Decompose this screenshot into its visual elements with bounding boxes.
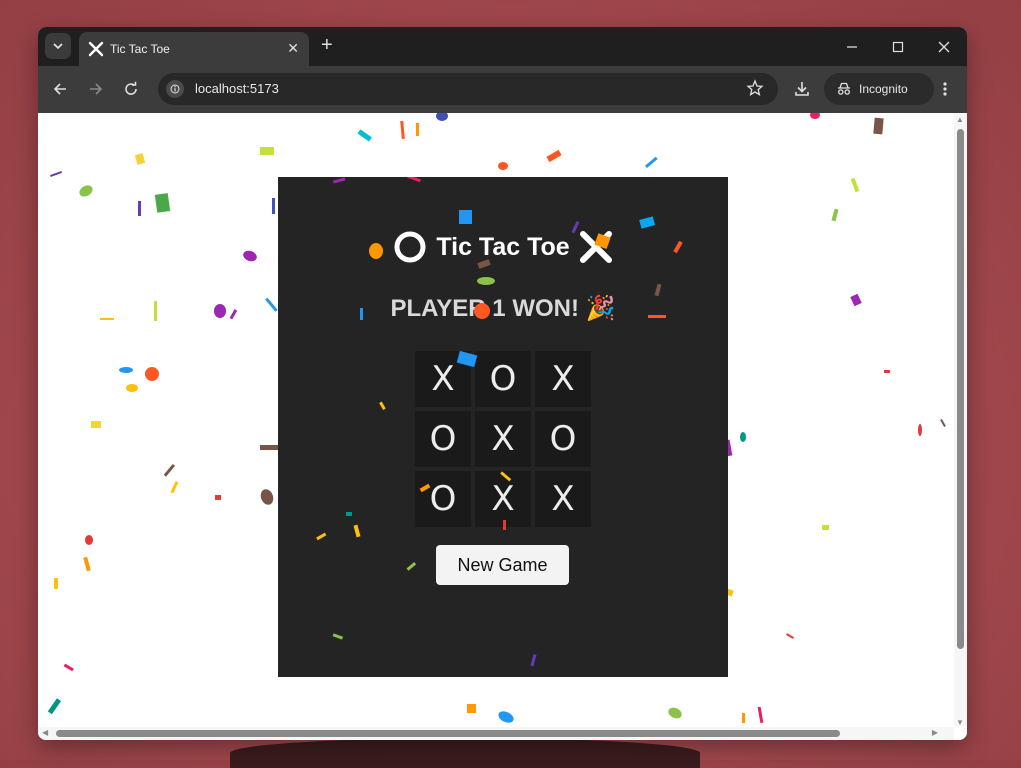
kebab-menu-icon — [943, 82, 947, 96]
board-cell-0-1[interactable]: O — [475, 351, 531, 407]
new-game-button[interactable]: New Game — [436, 545, 569, 585]
url-text: localhost:5173 — [195, 81, 279, 96]
maximize-icon — [892, 41, 904, 52]
back-button[interactable] — [47, 76, 73, 102]
board-cell-1-2[interactable]: O — [535, 411, 591, 467]
incognito-label: Incognito — [859, 82, 908, 96]
browser-window: Tic Tac Toe ✕ + localhost:5173 Incognito… — [38, 27, 967, 740]
close-window-button[interactable] — [921, 27, 967, 66]
o-logo-icon — [394, 231, 426, 263]
minimize-icon — [847, 45, 857, 48]
horizontal-scrollbar[interactable]: ◀ ▶ — [38, 727, 954, 740]
tab-search-button[interactable] — [45, 33, 71, 59]
chevron-down-icon — [53, 43, 63, 50]
game-title: Tic Tac Toe — [278, 227, 728, 267]
reload-button[interactable] — [118, 76, 144, 102]
tab-strip: Tic Tac Toe ✕ + — [38, 27, 967, 66]
board-cell-0-2[interactable]: X — [535, 351, 591, 407]
arrow-left-icon — [53, 83, 66, 95]
x-favicon-icon — [88, 41, 104, 57]
download-icon — [795, 82, 809, 96]
scroll-right-icon[interactable]: ▶ — [932, 728, 938, 737]
scroll-left-icon[interactable]: ◀ — [42, 728, 48, 737]
site-info-icon[interactable] — [166, 80, 184, 98]
board-cell-1-1[interactable]: X — [475, 411, 531, 467]
reload-icon — [125, 81, 137, 95]
tab-title: Tic Tac Toe — [110, 42, 170, 56]
game-status: PLAYER 1 WON! 🎉 — [390, 295, 616, 322]
minimize-button[interactable] — [829, 27, 875, 66]
menu-button[interactable] — [932, 76, 958, 102]
desk-background — [230, 738, 700, 768]
game-title-text: Tic Tac Toe — [436, 232, 570, 261]
board-cell-2-0[interactable]: O — [415, 471, 471, 527]
arrow-right-icon — [90, 83, 103, 95]
incognito-icon — [838, 82, 850, 95]
scroll-down-icon[interactable]: ▼ — [956, 718, 964, 727]
horizontal-scroll-thumb[interactable] — [56, 730, 840, 737]
board-cell-2-2[interactable]: X — [535, 471, 591, 527]
page-viewport: Tic Tac Toe PLAYER 1 WON! 🎉 X O X O X O … — [38, 113, 967, 740]
address-bar[interactable]: localhost:5173 — [158, 73, 778, 105]
vertical-scrollbar[interactable]: ▲ ▼ — [954, 113, 967, 727]
tab-tic-tac-toe[interactable]: Tic Tac Toe ✕ — [79, 32, 309, 66]
game-panel: Tic Tac Toe PLAYER 1 WON! 🎉 X O X O X O … — [278, 177, 728, 677]
vertical-scroll-thumb[interactable] — [957, 129, 964, 649]
game-board: X O X O X O O X X — [415, 351, 592, 528]
bookmark-star-icon[interactable] — [746, 79, 764, 97]
board-cell-1-0[interactable]: O — [415, 411, 471, 467]
incognito-indicator[interactable]: Incognito — [824, 73, 934, 105]
forward-button[interactable] — [83, 76, 109, 102]
close-icon — [938, 41, 950, 52]
board-cell-0-0[interactable]: X — [415, 351, 471, 407]
tab-close-icon[interactable]: ✕ — [287, 40, 299, 57]
x-logo-icon — [579, 231, 612, 263]
scroll-up-icon[interactable]: ▲ — [956, 115, 964, 124]
new-tab-button[interactable]: + — [321, 35, 333, 55]
browser-toolbar: localhost:5173 Incognito — [38, 66, 967, 113]
downloads-button[interactable] — [789, 76, 815, 102]
board-cell-2-1[interactable]: X — [475, 471, 531, 527]
maximize-button[interactable] — [875, 27, 921, 66]
